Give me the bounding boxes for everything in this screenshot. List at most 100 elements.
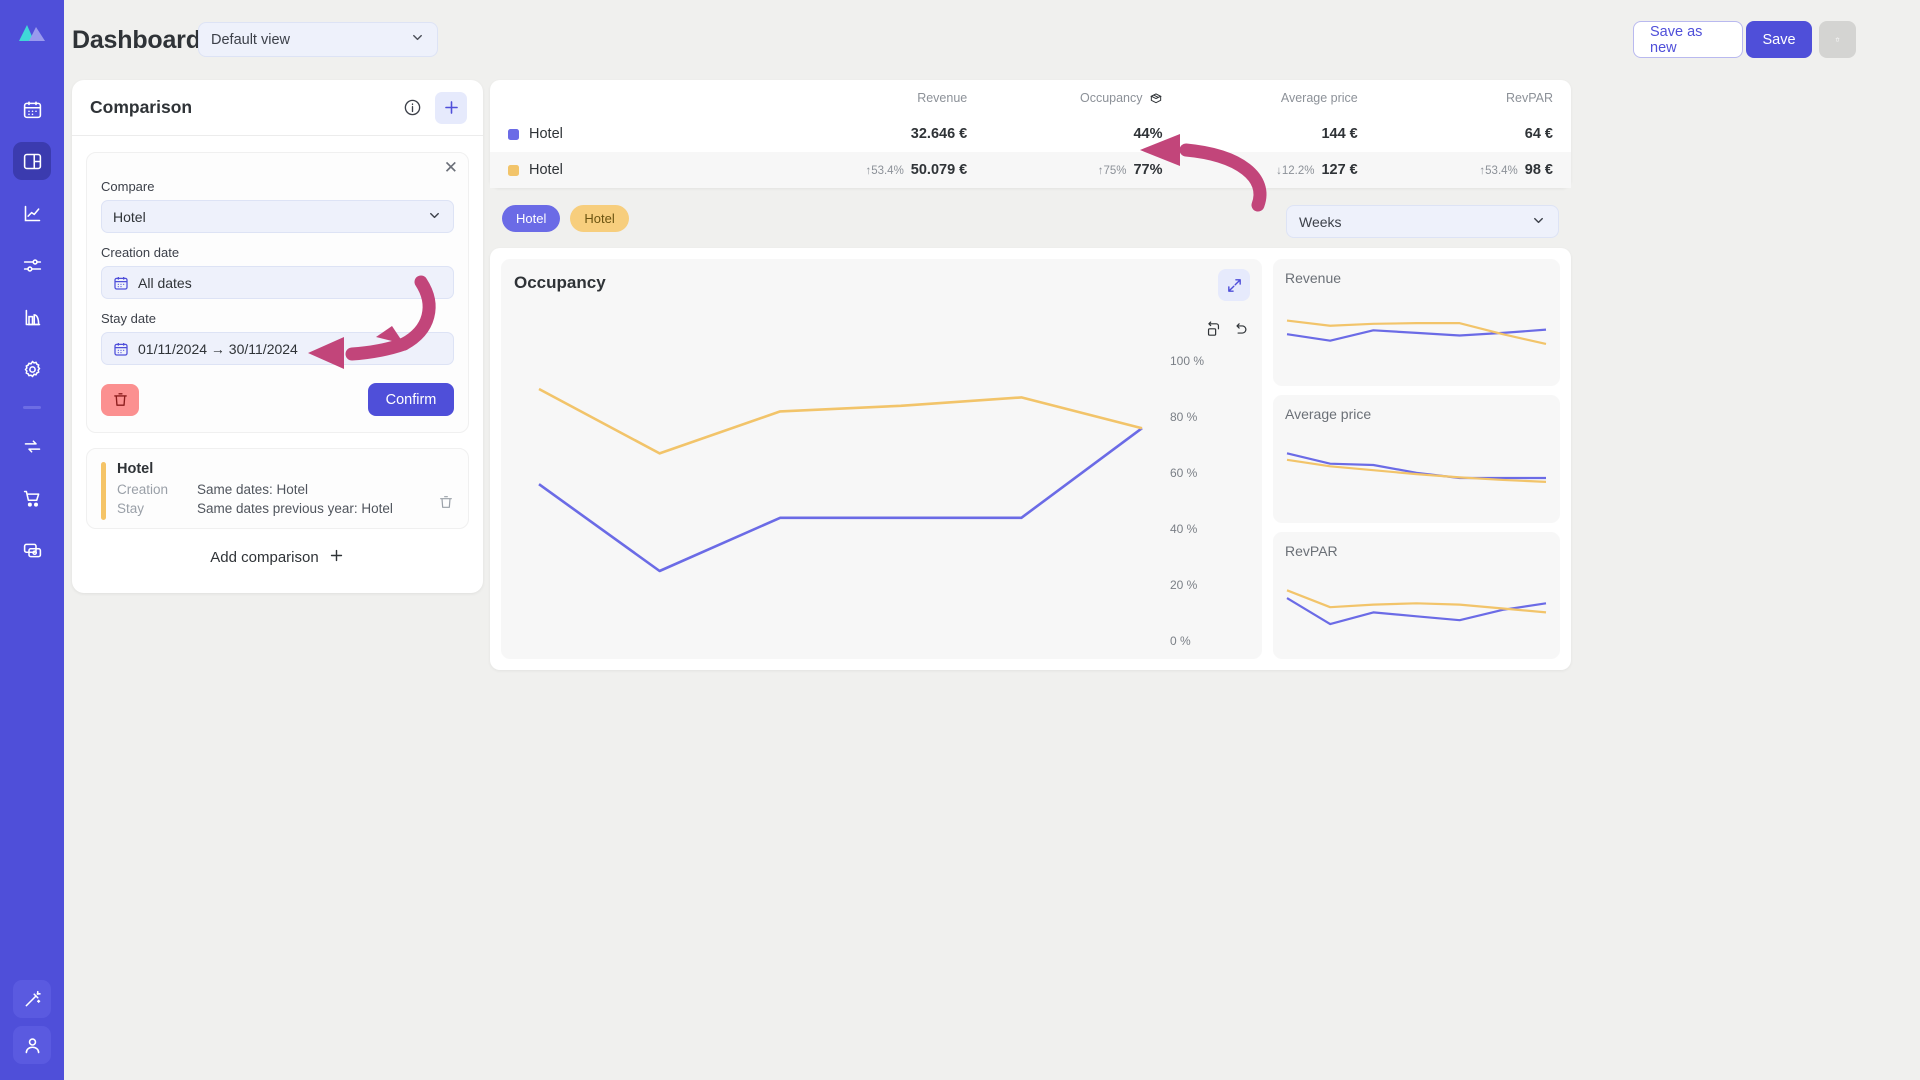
kpi-table-header: Revenue Occupancy Average price RevPAR (490, 80, 1571, 116)
table-row[interactable]: Hotel 32.646 € 44% 144 € 64 € (490, 116, 1571, 152)
kpi-row-name: Hotel (529, 162, 563, 178)
granularity-select[interactable]: Weeks (1286, 205, 1559, 238)
sidebar-item-calendar[interactable] (13, 90, 51, 128)
kpi-value-average-price: 144 € (1321, 126, 1358, 142)
creation-date-value: All dates (138, 274, 192, 291)
saved-comparison-row: Creation Same dates: Hotel (117, 482, 454, 497)
page-title: Dashboard (72, 26, 201, 54)
saved-row-value: Same dates: Hotel (197, 482, 309, 497)
table-row[interactable]: Hotel ↑53.4% 50.079 € ↑75% 77% ↓12.2% 127 €… (490, 152, 1571, 188)
compare-select[interactable]: Hotel (101, 200, 454, 233)
trash-icon (440, 496, 452, 508)
save-button[interactable]: Save (1746, 21, 1812, 58)
kpi-col-occupancy: Occupancy (985, 91, 1180, 105)
kpi-cell-average-price: 144 € (1181, 126, 1376, 142)
stay-date-field[interactable]: 01/11/2024 → 30/11/2024 (101, 332, 454, 365)
sidebar-item-billing[interactable] (13, 531, 51, 569)
mini-chart-title: Revenue (1285, 270, 1342, 286)
kpi-cell-occupancy: ↑75% 77% (985, 162, 1180, 178)
comparison-editor: ✕ Compare Hotel Creation date All dates … (86, 152, 469, 433)
sidebar-item-assistant[interactable] (13, 980, 51, 1018)
kpi-delta-average-price: ↓12.2% (1276, 165, 1315, 177)
sidebar-item-analytics[interactable] (13, 194, 51, 232)
calendar-icon (23, 101, 41, 118)
save-as-new-button[interactable]: Save as new (1633, 21, 1743, 58)
trash-icon (1835, 37, 1840, 42)
kpi-cell-revpar: 64 € (1376, 126, 1571, 142)
add-comparison-label: Add comparison (210, 548, 319, 566)
sidebar-item-sales[interactable] (13, 479, 51, 517)
money-icon (23, 543, 41, 557)
saved-comparison-accent (101, 462, 106, 520)
sidebar-item-reports[interactable] (13, 298, 51, 336)
y-axis-tick: 0 % (1170, 634, 1191, 648)
sidebar-divider (23, 406, 41, 409)
mini-chart-svg (1286, 452, 1547, 484)
delete-comparison-button[interactable] (101, 383, 139, 416)
kpi-value-average-price: 127 € (1321, 162, 1358, 178)
confirm-button[interactable]: Confirm (368, 383, 454, 416)
open-box-icon (1149, 93, 1162, 104)
chevron-down-icon (410, 30, 425, 49)
mini-chart-average-price[interactable]: Average price (1273, 395, 1560, 523)
kpi-value-revpar: 98 € (1524, 162, 1553, 178)
series-chip-hotel-primary[interactable]: Hotel (502, 205, 561, 232)
user-icon (25, 1037, 39, 1053)
kpi-delta-revpar: ↑53.4% (1479, 165, 1518, 177)
top-bar: Dashboard Default view Save as new Save (64, 0, 1920, 80)
add-comparison-button[interactable] (435, 91, 467, 124)
saved-comparison-name: Hotel (117, 461, 154, 477)
delete-view-button[interactable] (1819, 21, 1856, 58)
mini-chart-revpar[interactable]: RevPAR (1273, 531, 1560, 659)
kpi-row-name-cell: Hotel (490, 126, 790, 142)
kpi-cell-average-price: ↓12.2% 127 € (1181, 162, 1376, 178)
chevron-down-icon (1531, 213, 1546, 231)
kpi-col-revenue: Revenue (917, 91, 968, 105)
creation-date-field[interactable]: All dates (101, 266, 454, 299)
main-chart-plot[interactable]: 0 % 20 % 40 % 60 % 80 % 100 % (501, 311, 1262, 659)
y-axis-tick: 40 % (1170, 522, 1198, 536)
mountain-logo-icon (19, 25, 45, 41)
calendar-icon (113, 275, 129, 291)
analytics-chart-icon (24, 205, 40, 221)
chart-line-6b6be6 (538, 427, 1143, 573)
series-color-swatch (508, 128, 519, 140)
expand-chart-button[interactable] (1218, 269, 1250, 301)
calendar-icon (113, 341, 129, 357)
y-axis-tick: 20 % (1170, 578, 1198, 592)
mini-chart-plot (1273, 293, 1560, 380)
mini-charts-column: Revenue Average price RevPAR (1273, 259, 1560, 659)
sidebar-item-configuration[interactable] (13, 350, 51, 388)
mini-chart-title: Average price (1285, 406, 1372, 423)
series-chip-hotel-comparison[interactable]: Hotel (570, 205, 629, 232)
delete-saved-comparison-button[interactable] (438, 494, 454, 515)
saved-comparison-card[interactable]: Hotel Creation Same dates: Hotel Stay Sa… (86, 448, 469, 529)
mini-chart-line (1286, 588, 1547, 614)
mini-chart-plot (1273, 429, 1560, 516)
info-icon[interactable] (397, 93, 427, 123)
series-color-swatch (508, 164, 519, 176)
y-axis-tick: 80 % (1170, 410, 1198, 424)
main-chart-svg: 0 % 20 % 40 % 60 % 80 % 100 % (538, 354, 1204, 648)
app-logo[interactable] (0, 0, 64, 64)
saved-comparison-row: Stay Same dates previous year: Hotel (117, 501, 454, 516)
magic-wand-icon (25, 990, 41, 1006)
sidebar-item-settings-sliders[interactable] (13, 246, 51, 284)
sidebar-item-account[interactable] (13, 1026, 51, 1064)
gear-icon (24, 360, 40, 378)
chevron-down-icon (427, 208, 442, 226)
sidebar-item-sync[interactable] (13, 427, 51, 465)
kpi-col-average-price: Average price (1280, 91, 1358, 105)
add-comparison-row[interactable]: Add comparison (72, 531, 483, 583)
view-select[interactable]: Default view (198, 22, 438, 57)
kpi-cell-revenue: ↑53.4% 50.079 € (790, 162, 985, 178)
mini-chart-revenue[interactable]: Revenue (1273, 259, 1560, 387)
mini-chart-plot (1273, 566, 1560, 653)
plus-icon (328, 547, 345, 568)
sidebar-item-dashboard[interactable] (13, 142, 51, 180)
chart-line-f2c46a (538, 387, 1143, 455)
kpi-value-revenue: 50.079 € (910, 162, 968, 178)
close-icon[interactable]: ✕ (444, 159, 458, 176)
view-select-value: Default view (211, 31, 290, 48)
cart-icon (23, 490, 39, 507)
